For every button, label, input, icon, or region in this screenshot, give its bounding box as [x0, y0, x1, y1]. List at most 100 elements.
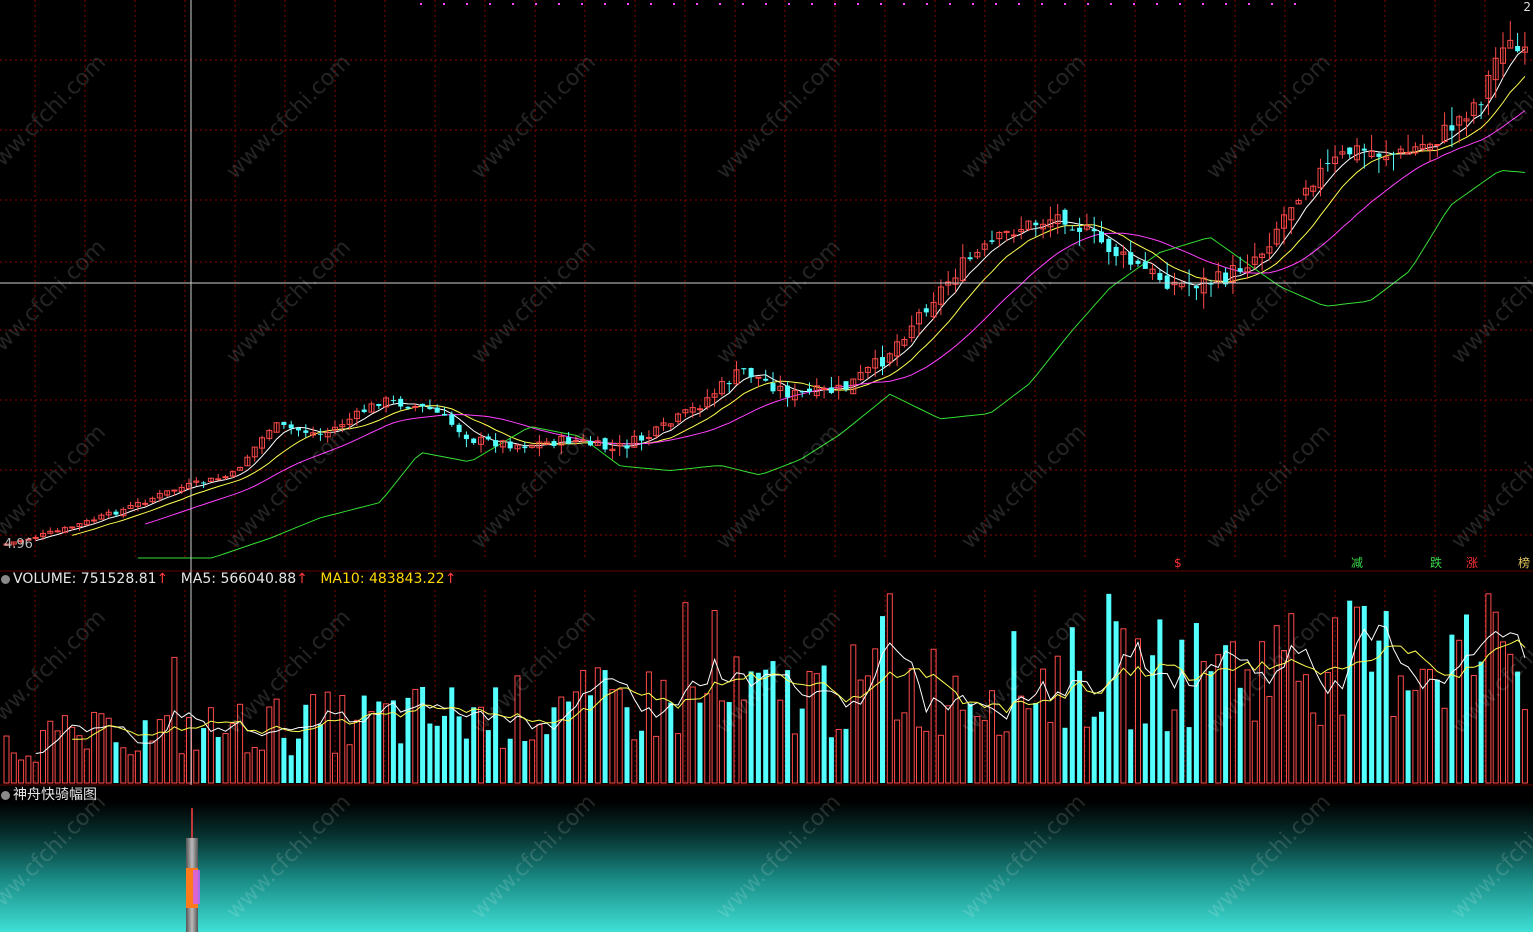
candle-body: [843, 381, 849, 390]
signal-marker: [443, 3, 445, 5]
volume-bar: [1003, 731, 1010, 784]
signal-marker: [604, 3, 606, 5]
watermark-text: www.cfchi.com: [957, 235, 1091, 369]
candle-body: [755, 376, 762, 379]
signal-marker: [696, 3, 698, 5]
volume-bar: [616, 688, 623, 784]
chart-canvas[interactable]: www.cfchi.com www.cfchi.com www.cfchi.com w…: [0, 0, 1533, 932]
volume-bar: [1033, 702, 1039, 783]
candle-body: [1135, 260, 1141, 264]
volume-bar: [843, 728, 849, 783]
candle-body: [697, 408, 703, 411]
volume-bar: [207, 707, 214, 784]
low-price-label: 4.96: [4, 537, 33, 552]
volume-bar: [1047, 721, 1054, 784]
volume-bar: [303, 704, 309, 783]
volume-bar: [1434, 679, 1440, 783]
candle-body: [748, 367, 754, 378]
volume-bar: [777, 699, 784, 784]
watermark-text: www.cfchi.com: [222, 605, 356, 739]
candle-body: [639, 435, 645, 441]
volume-bar: [785, 670, 791, 783]
candle-body: [412, 405, 419, 408]
watermark-text: www.cfchi.com: [957, 420, 1091, 554]
candle-body: [1113, 246, 1119, 257]
signal-marker: [972, 3, 974, 5]
volume-bar: [1449, 634, 1455, 783]
volume-bar: [18, 759, 25, 784]
volume-bar: [668, 702, 674, 783]
volume-bar: [1062, 727, 1068, 783]
panel-settings-icon[interactable]: [1, 791, 10, 800]
watermark-text: www.cfchi.com: [467, 50, 601, 184]
volume-bar: [828, 737, 834, 783]
candle-body: [1069, 229, 1075, 231]
signal-marker: [834, 3, 836, 5]
volume-bar: [660, 679, 667, 784]
candle-body: [171, 489, 178, 492]
candle-body: [32, 536, 39, 539]
volume-bar: [558, 696, 565, 784]
volume-bar: [398, 743, 404, 783]
candle-body: [1142, 261, 1148, 269]
volume-bar: [142, 720, 148, 783]
candle-body: [215, 478, 222, 481]
volume-bar: [1186, 727, 1192, 783]
volume-bar: [507, 738, 513, 783]
volume-bar: [1427, 669, 1433, 784]
volume-bar: [1339, 714, 1346, 784]
volume-bar: [76, 735, 83, 784]
volume-bar: [1179, 639, 1185, 783]
candle-body: [1376, 153, 1382, 157]
volume-bar: [886, 593, 893, 784]
volume-bar: [427, 723, 433, 783]
volume-bar: [908, 668, 915, 784]
volume-bar: [412, 688, 419, 784]
ma10-label: MA10:: [320, 571, 365, 587]
volume-bar: [1369, 671, 1375, 783]
volume-bar: [675, 733, 682, 784]
candle-body: [624, 445, 630, 449]
volume-bar: [113, 742, 119, 783]
candle-body: [1091, 229, 1097, 232]
signal-label: 减: [1351, 556, 1364, 570]
candle-body: [522, 446, 528, 449]
up-arrow-icon: ↑: [296, 571, 308, 587]
volume-bar: [536, 724, 543, 784]
volume-bar: [1120, 628, 1127, 784]
signal-marker: [1041, 3, 1043, 5]
volume-bar: [689, 686, 696, 784]
volume-bar: [1397, 675, 1404, 784]
candle-body: [398, 398, 404, 407]
signal-marker: [535, 3, 537, 5]
signal-marker: [1202, 3, 1204, 5]
volume-bar: [61, 715, 68, 784]
candle-body: [828, 387, 834, 393]
signal-marker: [673, 3, 675, 5]
volume-bar: [1354, 606, 1360, 784]
volume-bar: [1054, 655, 1061, 784]
signal-marker: [1271, 3, 1273, 5]
ma5-value: 566040.88: [220, 571, 297, 587]
volume-bar: [1515, 671, 1521, 783]
volume-bar: [566, 701, 572, 783]
watermark-text: www.cfchi.com: [467, 235, 601, 369]
volume-bar: [456, 716, 462, 783]
volume-bar: [1077, 670, 1083, 783]
signal-label: 跌: [1430, 556, 1443, 570]
volume-bar: [156, 719, 163, 784]
candle-body: [1157, 273, 1163, 280]
panel-settings-icon[interactable]: [1, 575, 10, 584]
volume-bar: [1347, 600, 1353, 783]
candle-body: [602, 438, 608, 450]
indicator-title: 神舟快骑幅图: [13, 787, 97, 803]
signal-marker: [1225, 3, 1227, 5]
candle-body: [967, 257, 973, 260]
candle-body: [1193, 285, 1199, 289]
volume-bar: [945, 705, 952, 784]
volume-bar: [10, 752, 17, 784]
signal-marker: [1156, 3, 1158, 5]
volume-bar: [405, 697, 411, 783]
candle-body: [463, 434, 469, 440]
volume-bar: [288, 755, 294, 783]
